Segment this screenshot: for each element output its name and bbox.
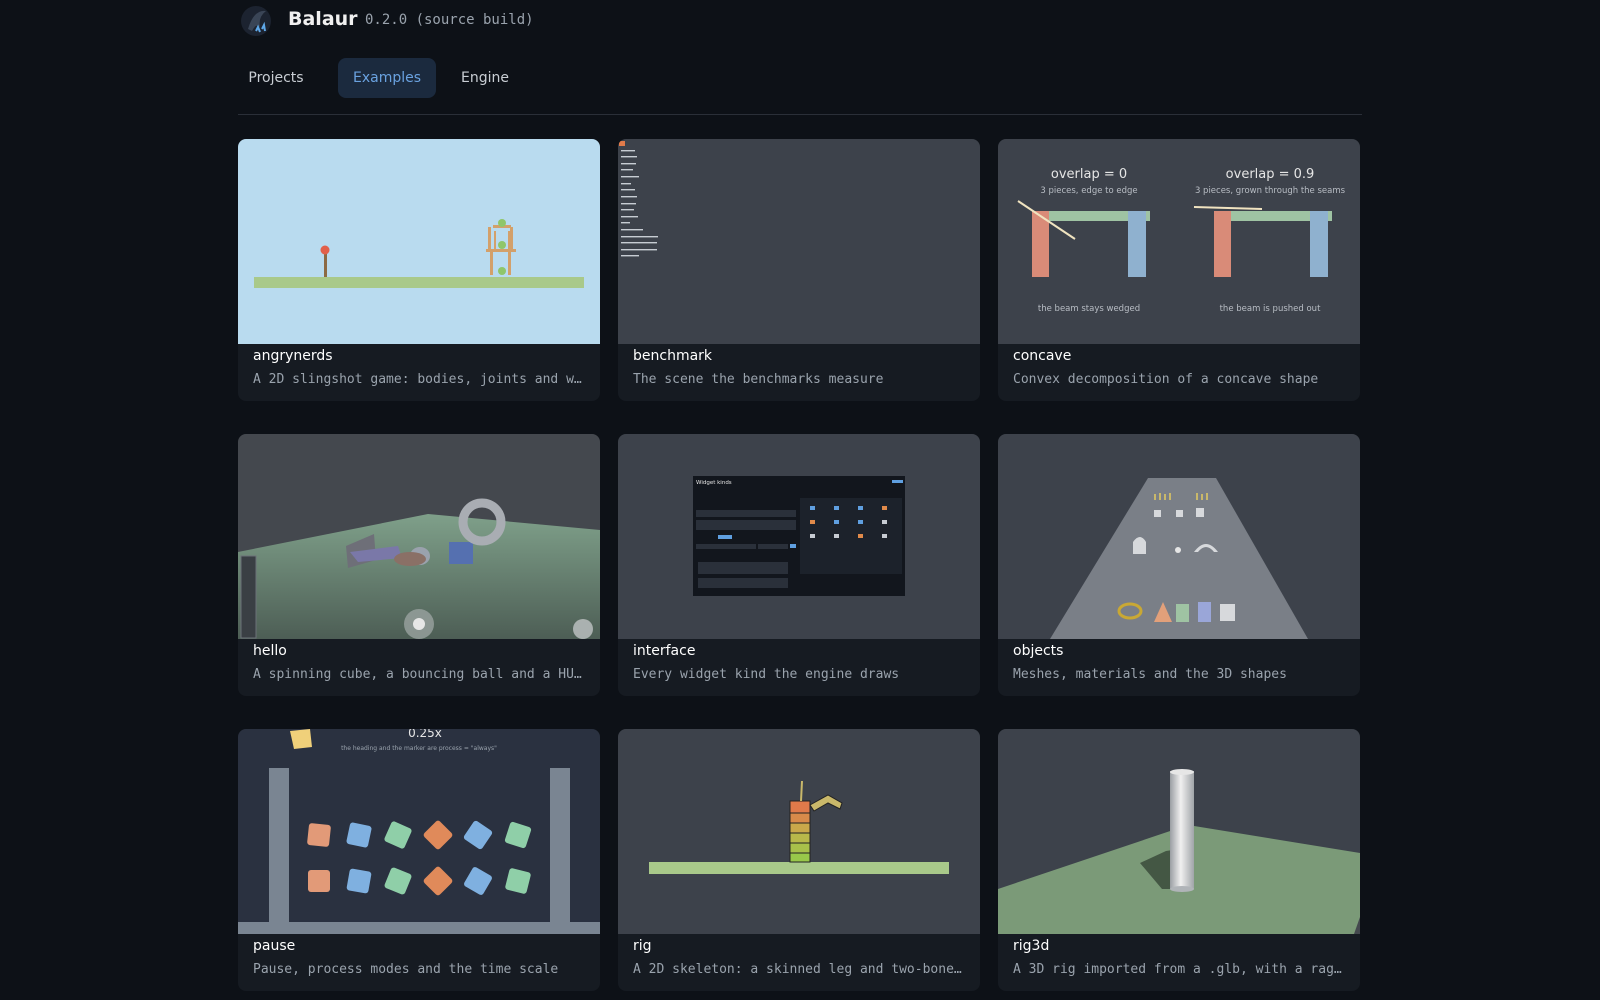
app-header: Balaur 0.2.0 (source build) bbox=[238, 0, 1362, 44]
example-description: Convex decomposition of a concave shape bbox=[1013, 372, 1319, 387]
example-description: Every widget kind the engine draws bbox=[633, 667, 900, 682]
example-thumbnail: Widget kinds bbox=[618, 434, 980, 639]
example-thumbnail bbox=[998, 434, 1360, 639]
pause-subtitle: the heading and the marker are process =… bbox=[341, 745, 497, 752]
tab-examples[interactable]: Examples bbox=[338, 58, 436, 98]
example-name: objects bbox=[1013, 643, 1064, 659]
example-name: hello bbox=[253, 643, 287, 659]
example-thumbnail bbox=[238, 434, 600, 639]
example-name: concave bbox=[1013, 348, 1072, 364]
concave-left-subtitle: 3 pieces, edge to edge bbox=[1040, 186, 1137, 196]
example-name: rig bbox=[633, 938, 652, 954]
example-thumbnail bbox=[618, 139, 980, 344]
concave-right-title: overlap = 0.9 bbox=[1226, 167, 1315, 182]
example-thumbnail: overlap = 0 3 pieces, edge to edge the b… bbox=[998, 139, 1360, 344]
example-card-rig3d[interactable]: rig3d A 3D rig imported from a .glb, wit… bbox=[998, 729, 1360, 991]
example-card-pause[interactable]: 0.25x the heading and the marker are pro… bbox=[238, 729, 600, 991]
example-description: Meshes, materials and the 3D shapes bbox=[1013, 667, 1287, 682]
example-name: interface bbox=[633, 643, 696, 659]
tab-engine[interactable]: Engine bbox=[453, 58, 517, 98]
example-card-angrynerds[interactable]: angrynerds A 2D slingshot game: bodies, … bbox=[238, 139, 600, 401]
example-name: angrynerds bbox=[253, 348, 333, 364]
tab-projects[interactable]: Projects bbox=[238, 58, 314, 98]
example-name: benchmark bbox=[633, 348, 713, 364]
example-name: pause bbox=[253, 938, 296, 954]
header-divider bbox=[238, 114, 1362, 115]
pause-time-scale: 0.25x bbox=[408, 729, 442, 740]
concave-left-caption: the beam stays wedged bbox=[1038, 304, 1140, 314]
app-title: Balaur bbox=[288, 8, 358, 30]
main-tabs: Projects Examples Engine bbox=[238, 58, 1362, 98]
example-thumbnail bbox=[618, 729, 980, 934]
app-version: 0.2.0 (source build) bbox=[365, 12, 534, 28]
example-description: Pause, process modes and the time scale bbox=[253, 962, 559, 977]
example-card-hello[interactable]: hello A spinning cube, a bouncing ball a… bbox=[238, 434, 600, 696]
concave-right-caption: the beam is pushed out bbox=[1220, 304, 1321, 314]
example-description: The scene the benchmarks measure bbox=[633, 372, 884, 387]
example-description: A 2D slingshot game: bodies, joints and … bbox=[253, 372, 582, 387]
example-thumbnail: 0.25x the heading and the marker are pro… bbox=[238, 729, 600, 934]
example-card-rig[interactable]: rig A 2D skeleton: a skinned leg and two… bbox=[618, 729, 980, 991]
example-name: rig3d bbox=[1013, 938, 1050, 954]
example-thumbnail bbox=[238, 139, 600, 344]
example-description: A spinning cube, a bouncing ball and a H… bbox=[253, 667, 582, 682]
example-description: A 2D skeleton: a skinned leg and two-bon… bbox=[633, 962, 962, 977]
concave-right-subtitle: 3 pieces, grown through the seams bbox=[1195, 186, 1346, 196]
example-card-concave[interactable]: overlap = 0 3 pieces, edge to edge the b… bbox=[998, 139, 1360, 401]
interface-thumb-title: Widget kinds bbox=[696, 480, 732, 486]
concave-left-title: overlap = 0 bbox=[1051, 167, 1127, 182]
dragon-logo-icon bbox=[241, 6, 271, 36]
example-description: A 3D rig imported from a .glb, with a ra… bbox=[1013, 962, 1342, 977]
example-card-interface[interactable]: Widget kinds interface Every widget kind… bbox=[618, 434, 980, 696]
example-card-objects[interactable]: objects Meshes, materials and the 3D sha… bbox=[998, 434, 1360, 696]
example-thumbnail bbox=[998, 729, 1360, 934]
example-card-benchmark[interactable]: benchmark The scene the benchmarks measu… bbox=[618, 139, 980, 401]
